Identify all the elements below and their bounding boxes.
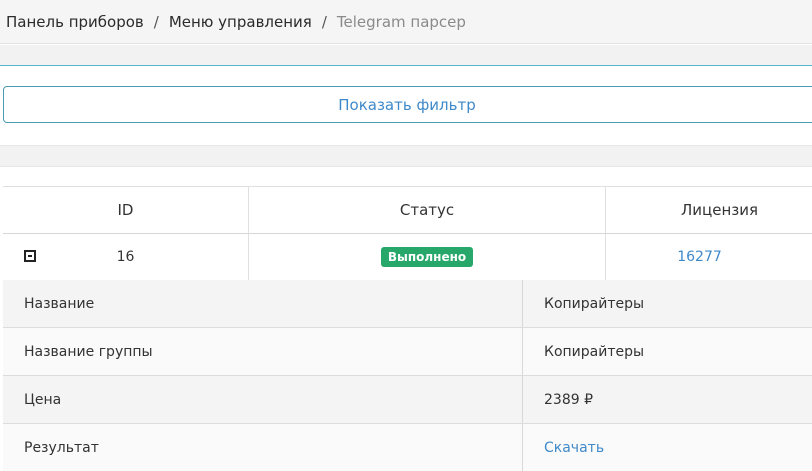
cell-license: 16277 xyxy=(605,234,812,280)
records-table: ID Статус Лицензия 16 Выполнено 16277 xyxy=(3,186,812,281)
detail-row-group-name: Название группы Копирайтеры xyxy=(3,328,812,376)
download-link[interactable]: Скачать xyxy=(544,440,604,456)
row-details: Название Копирайтеры Название группы Коп… xyxy=(3,280,812,471)
column-header-status[interactable]: Статус xyxy=(248,187,605,233)
detail-value: 2389 ₽ xyxy=(544,391,593,408)
breadcrumb-item-dashboard[interactable]: Панель приборов xyxy=(6,13,144,31)
section-divider xyxy=(0,45,812,66)
table-header: ID Статус Лицензия xyxy=(3,186,812,234)
cell-status: Выполнено xyxy=(248,234,605,280)
detail-value-cell: Скачать xyxy=(523,424,812,471)
column-header-license[interactable]: Лицензия xyxy=(605,187,812,233)
table-row: 16 Выполнено 16277 xyxy=(3,234,812,281)
breadcrumb-item-current: Telegram парсер xyxy=(336,12,466,31)
breadcrumb-separator: / xyxy=(153,12,159,31)
breadcrumb-separator: / xyxy=(321,12,327,31)
breadcrumb: Панель приборов / Меню управления / Tele… xyxy=(0,0,812,44)
status-badge: Выполнено xyxy=(380,247,474,267)
detail-row-name: Название Копирайтеры xyxy=(3,280,812,328)
section-divider xyxy=(0,145,812,167)
detail-label: Результат xyxy=(3,424,523,471)
detail-value: Копирайтеры xyxy=(544,343,645,360)
detail-row-result: Результат Скачать xyxy=(3,424,812,471)
detail-label: Название xyxy=(3,280,523,327)
breadcrumb-item-control-menu[interactable]: Меню управления xyxy=(169,13,312,31)
license-link[interactable]: 16277 xyxy=(677,249,722,265)
detail-value: Копирайтеры xyxy=(544,295,645,312)
detail-label: Название группы xyxy=(3,328,523,375)
detail-label: Цена xyxy=(3,376,523,423)
show-filter-button[interactable]: Показать фильтр xyxy=(3,86,812,123)
minus-square-icon[interactable] xyxy=(24,250,36,262)
column-header-id[interactable]: ID xyxy=(3,187,248,233)
detail-row-price: Цена 2389 ₽ xyxy=(3,376,812,424)
cell-id: 16 xyxy=(3,234,248,280)
row-id-value: 16 xyxy=(116,249,135,265)
